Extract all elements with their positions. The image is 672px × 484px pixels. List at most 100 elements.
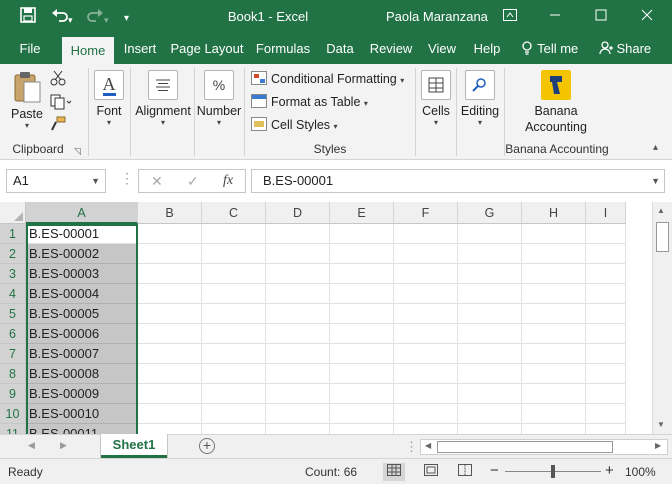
row-header-2[interactable]: 2 xyxy=(0,244,26,264)
zoom-out-button[interactable]: − xyxy=(490,462,499,479)
cell-i2[interactable] xyxy=(586,244,626,264)
tab-review[interactable]: Review xyxy=(366,34,416,64)
cell-i3[interactable] xyxy=(586,264,626,284)
next-sheet-icon[interactable]: ▶ xyxy=(60,440,67,451)
column-header-d[interactable]: D xyxy=(266,202,330,224)
cell-e1[interactable] xyxy=(330,224,394,244)
cell-g10[interactable] xyxy=(458,404,522,424)
cell-d4[interactable] xyxy=(266,284,330,304)
cell-g3[interactable] xyxy=(458,264,522,284)
column-header-b[interactable]: B xyxy=(138,202,202,224)
cell-a8[interactable]: B.ES-00008 xyxy=(26,364,138,384)
cell-d5[interactable] xyxy=(266,304,330,324)
share-button[interactable]: Share xyxy=(594,34,656,64)
cell-g6[interactable] xyxy=(458,324,522,344)
status-count[interactable]: Count: 66 xyxy=(305,465,357,479)
dialog-launcher-icon[interactable]: ◹ xyxy=(74,146,81,157)
cell-i7[interactable] xyxy=(586,344,626,364)
formula-bar-grip-icon[interactable]: ⋮ xyxy=(120,171,134,185)
cell-a1[interactable]: B.ES-00001 xyxy=(26,224,138,244)
cell-e10[interactable] xyxy=(330,404,394,424)
maximize-icon[interactable] xyxy=(586,4,616,28)
normal-view-icon[interactable] xyxy=(383,463,405,481)
tell-me-search[interactable]: Tell me xyxy=(514,34,584,64)
cell-c10[interactable] xyxy=(202,404,266,424)
tab-split-grip-icon[interactable]: ⋮ xyxy=(405,439,418,455)
cell-g8[interactable] xyxy=(458,364,522,384)
sheet-tab-sheet1[interactable]: Sheet1 xyxy=(101,434,167,458)
cell-a9[interactable]: B.ES-00009 xyxy=(26,384,138,404)
cell-c7[interactable] xyxy=(202,344,266,364)
tab-help[interactable]: Help xyxy=(468,34,506,64)
cell-e5[interactable] xyxy=(330,304,394,324)
cells-button[interactable]: Cells ▾ xyxy=(419,70,453,127)
cell-g11[interactable] xyxy=(458,424,522,434)
cell-f1[interactable] xyxy=(394,224,458,244)
cell-a2[interactable]: B.ES-00002 xyxy=(26,244,138,264)
row-header-1[interactable]: 1 xyxy=(0,224,26,244)
cell-f11[interactable] xyxy=(394,424,458,434)
cell-i4[interactable] xyxy=(586,284,626,304)
cell-b9[interactable] xyxy=(138,384,202,404)
cell-a4[interactable]: B.ES-00004 xyxy=(26,284,138,304)
row-header-7[interactable]: 7 xyxy=(0,344,26,364)
ribbon-display-icon[interactable] xyxy=(495,4,525,28)
cell-b4[interactable] xyxy=(138,284,202,304)
expand-formula-bar-icon[interactable]: ▼ xyxy=(651,170,660,192)
chevron-down-icon[interactable]: ▼ xyxy=(91,170,100,192)
prev-sheet-icon[interactable]: ◀ xyxy=(28,440,35,451)
cell-g4[interactable] xyxy=(458,284,522,304)
cell-h11[interactable] xyxy=(522,424,586,434)
name-box[interactable]: A1 ▼ xyxy=(6,169,106,193)
collapse-ribbon-icon[interactable]: ▴ xyxy=(653,142,658,153)
cell-g1[interactable] xyxy=(458,224,522,244)
scroll-down-icon[interactable]: ▼ xyxy=(657,420,665,429)
cell-d11[interactable] xyxy=(266,424,330,434)
cell-c1[interactable] xyxy=(202,224,266,244)
cell-e4[interactable] xyxy=(330,284,394,304)
cell-d10[interactable] xyxy=(266,404,330,424)
alignment-button[interactable]: Alignment ▾ xyxy=(133,70,193,127)
cell-g9[interactable] xyxy=(458,384,522,404)
cell-a6[interactable]: B.ES-00006 xyxy=(26,324,138,344)
select-all-button[interactable] xyxy=(0,202,26,224)
cell-f6[interactable] xyxy=(394,324,458,344)
column-header-h[interactable]: H xyxy=(522,202,586,224)
banana-accounting-button[interactable]: Banana Accounting xyxy=(514,70,598,135)
cell-h6[interactable] xyxy=(522,324,586,344)
scroll-right-icon[interactable]: ▶ xyxy=(655,441,661,450)
cell-c4[interactable] xyxy=(202,284,266,304)
cell-g5[interactable] xyxy=(458,304,522,324)
cell-h1[interactable] xyxy=(522,224,586,244)
cell-f10[interactable] xyxy=(394,404,458,424)
row-header-5[interactable]: 5 xyxy=(0,304,26,324)
cell-d6[interactable] xyxy=(266,324,330,344)
cell-i8[interactable] xyxy=(586,364,626,384)
column-header-i[interactable]: I xyxy=(586,202,626,224)
cell-h10[interactable] xyxy=(522,404,586,424)
tab-insert[interactable]: Insert xyxy=(118,34,162,64)
cell-d3[interactable] xyxy=(266,264,330,284)
row-header-9[interactable]: 9 xyxy=(0,384,26,404)
enter-icon[interactable]: ✓ xyxy=(187,173,199,190)
cell-f3[interactable] xyxy=(394,264,458,284)
cell-i9[interactable] xyxy=(586,384,626,404)
cell-a10[interactable]: B.ES-00010 xyxy=(26,404,138,424)
cell-c5[interactable] xyxy=(202,304,266,324)
cell-b1[interactable] xyxy=(138,224,202,244)
cell-h4[interactable] xyxy=(522,284,586,304)
insert-function-icon[interactable]: fx xyxy=(223,173,233,189)
user-name[interactable]: Paola Maranzana xyxy=(386,9,488,24)
cell-f4[interactable] xyxy=(394,284,458,304)
formula-input[interactable]: B.ES-00001 ▼ xyxy=(251,169,665,193)
cell-c6[interactable] xyxy=(202,324,266,344)
cell-f9[interactable] xyxy=(394,384,458,404)
cell-d1[interactable] xyxy=(266,224,330,244)
cell-d8[interactable] xyxy=(266,364,330,384)
page-layout-view-icon[interactable] xyxy=(420,463,442,481)
cell-i1[interactable] xyxy=(586,224,626,244)
editing-button[interactable]: Editing ▾ xyxy=(459,70,501,127)
scroll-up-icon[interactable]: ▲ xyxy=(657,206,665,215)
cell-b10[interactable] xyxy=(138,404,202,424)
cell-f8[interactable] xyxy=(394,364,458,384)
